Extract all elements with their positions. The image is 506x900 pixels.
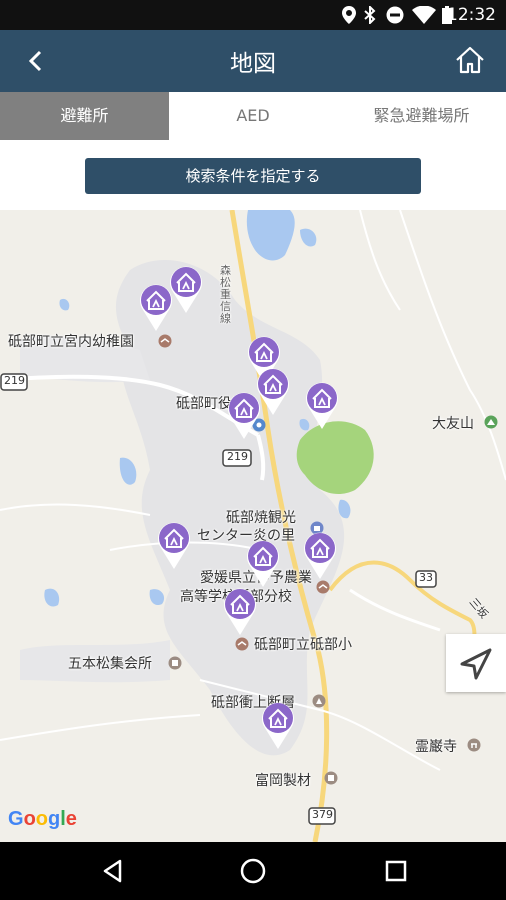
tab-aed[interactable]: AED [169,92,337,140]
bluetooth-icon [364,6,376,24]
navigation-arrow-icon [460,648,492,680]
place-label-gomatsu-hall: 五本松集会所 [68,656,152,672]
school-icon [235,637,249,651]
wifi-icon [412,6,436,24]
place-label-ceramics-center-1: 砥部焼観光 [226,510,296,526]
my-location-button[interactable] [446,634,506,692]
temple-icon [467,738,481,752]
shelter-pin-icon[interactable] [226,390,262,440]
shelter-pin-icon[interactable] [304,380,340,430]
filter-bar: 検索条件を指定する [0,140,506,210]
shelter-pin-icon[interactable] [168,264,204,314]
road-number-219b: 219 [227,450,248,463]
status-bar: 12:32 [0,0,506,30]
place-label-reiganji: 霊巌寺 [415,739,457,755]
place-label-otomo-mountain: 大友山 [432,416,474,432]
shelter-pin-icon[interactable] [222,586,258,636]
home-circle-icon[interactable] [238,856,268,886]
vertical-road-label: 森松重信線 [220,264,231,325]
school-icon [316,580,330,594]
road-number-33: 33 [419,571,433,584]
shelter-pin-icon[interactable] [245,538,281,588]
page-title: 地図 [230,51,276,77]
building-icon [168,656,182,670]
shelter-pin-icon[interactable] [156,520,192,570]
location-icon [342,6,356,24]
shelter-pin-icon[interactable] [260,700,296,750]
map-view[interactable]: 219 219 33 379 三坂 森松重信線 砥部町立宮内幼稚園 砥部町役場 … [0,210,506,842]
recents-square-icon[interactable] [381,856,411,886]
road-number-379: 379 [312,808,333,821]
app-bar: 地図 [0,30,506,92]
road-number-219a: 219 [4,374,25,387]
search-conditions-button[interactable]: 検索条件を指定する [85,158,421,194]
google-logo: Google [8,808,77,830]
place-label-elementary: 砥部町立砥部小 [254,637,352,653]
landmark-icon [312,694,326,708]
shop-icon [324,771,338,785]
home-icon[interactable] [454,44,486,76]
do-not-disturb-icon [386,6,404,24]
shelter-pin-icon[interactable] [302,530,338,580]
tab-shelter[interactable]: 避難所 [0,92,169,140]
mountain-icon [484,415,498,429]
school-icon [158,334,172,348]
place-label-kindergarten: 砥部町立宮内幼稚園 [8,334,134,350]
system-nav-bar [0,842,506,900]
category-tabs: 避難所 AED 緊急避難場所 [0,92,506,140]
tab-emergency-evacuation-site[interactable]: 緊急避難場所 [337,92,506,140]
place-label-tomioka: 富岡製材 [255,773,311,789]
status-time: 12:32 [447,5,496,25]
back-triangle-icon[interactable] [98,856,128,886]
